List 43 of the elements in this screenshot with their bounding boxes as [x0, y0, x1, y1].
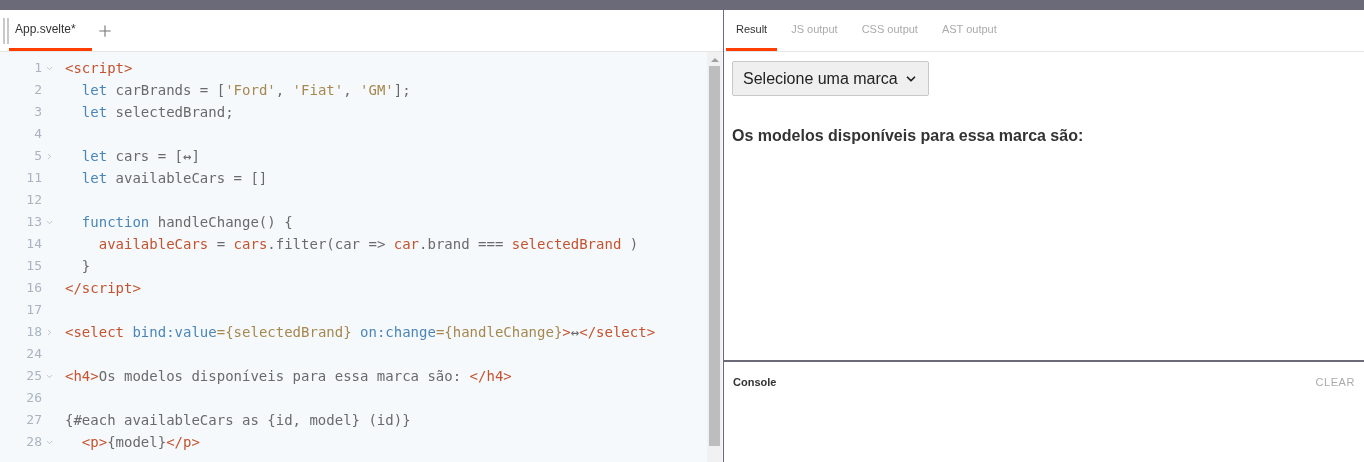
output-tab[interactable]: Result: [726, 10, 778, 51]
code-line: let selectedBrand;: [80, 103, 234, 122]
line-number: 5: [34, 147, 42, 165]
code-line: function handleChange() {: [80, 213, 293, 232]
scroll-up-icon[interactable]: [710, 58, 719, 62]
drag-handle-icon[interactable]: [3, 17, 9, 44]
output-tab[interactable]: JS output: [781, 10, 848, 51]
code-line: <h4>Os modelos disponíveis para essa marca são: </h4>: [65, 367, 512, 386]
scrollbar-thumb[interactable]: [709, 66, 720, 446]
line-number: 27: [26, 411, 42, 429]
code-line: let carBrands = ['Ford', 'Fiat', 'GM'];: [80, 81, 411, 100]
code-line: {#each availableCars as {id, model} (id)}: [65, 411, 411, 430]
code-line: <select bind:value={selectedBrand} on:change={handleChange}>↔</select>: [65, 323, 656, 342]
line-number: 18: [26, 323, 42, 341]
line-number: 14: [26, 235, 42, 253]
code-line: let cars = [↔]: [80, 147, 200, 166]
scrollbar[interactable]: [707, 52, 722, 462]
line-number: 4: [34, 125, 42, 143]
line-number: 11: [26, 169, 42, 187]
line-number: 2: [34, 81, 42, 99]
code-line: </script>: [65, 279, 141, 298]
brand-select[interactable]: Selecione uma marca: [732, 61, 929, 96]
code-line: let availableCars = []: [80, 169, 268, 188]
line-number: 24: [26, 345, 42, 363]
line-number: 28: [26, 433, 42, 451]
code-line: availableCars = cars.filter(car => car.brand === selectedBrand ): [97, 235, 639, 254]
line-number: 3: [34, 103, 42, 121]
line-number: 12: [26, 191, 42, 209]
line-number: 16: [26, 279, 42, 297]
result-heading: Os modelos disponíveis para essa marca são:: [732, 126, 1085, 146]
output-tab[interactable]: AST output: [931, 10, 1007, 51]
code-line: <script>: [65, 59, 133, 78]
line-number: 17: [26, 301, 42, 319]
line-number: 1: [34, 59, 42, 77]
code-line: }: [80, 257, 91, 276]
output-tab[interactable]: CSS output: [851, 10, 928, 51]
line-number: 25: [26, 367, 42, 385]
clear-button[interactable]: CLEAR: [1315, 374, 1355, 391]
code-line: <p>{model}</p>: [80, 433, 200, 452]
line-number: 26: [26, 389, 42, 407]
line-number: 13: [26, 213, 42, 231]
line-number: 15: [26, 257, 42, 275]
console-title: Console: [733, 375, 777, 390]
